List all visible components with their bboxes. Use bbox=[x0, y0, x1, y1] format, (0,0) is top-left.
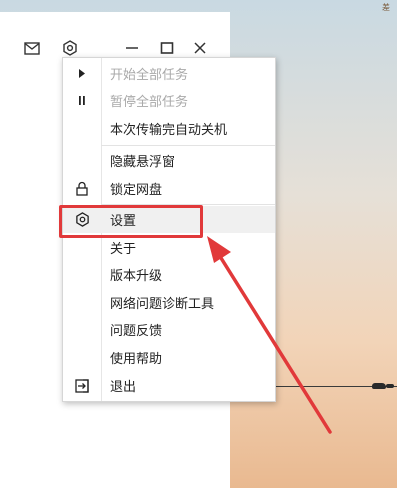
annotation-arrow bbox=[207, 236, 332, 434]
